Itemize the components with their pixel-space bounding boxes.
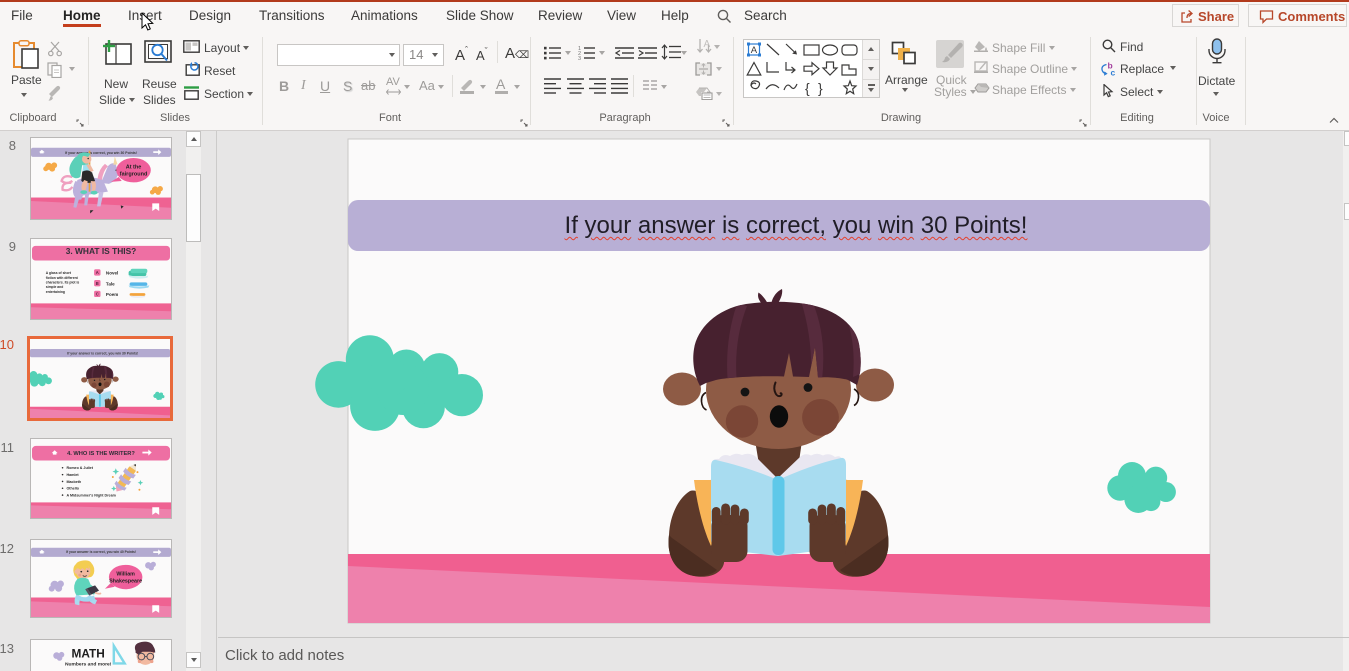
svg-text:Macbeth: Macbeth xyxy=(66,480,81,484)
svg-text:If your answer is correct, you: If your answer is correct, you win 30 Po… xyxy=(65,151,137,155)
svg-text:B: B xyxy=(96,281,99,286)
svg-text:c: c xyxy=(1111,68,1116,77)
svg-text:MATH: MATH xyxy=(72,648,105,661)
svg-text:William: William xyxy=(116,572,135,578)
svg-text:simple and: simple and xyxy=(46,285,63,289)
svg-text:4. WHO IS THE WRITER?: 4. WHO IS THE WRITER? xyxy=(67,451,135,457)
svg-text:Tale: Tale xyxy=(106,281,115,286)
svg-text:A: A xyxy=(751,45,758,56)
svg-text:Shakespeare: Shakespeare xyxy=(109,578,142,584)
svg-text:A: A xyxy=(96,270,99,275)
svg-text:A Midsummer's Night Dream: A Midsummer's Night Dream xyxy=(66,494,115,498)
svg-text:At the: At the xyxy=(126,165,142,171)
svg-text:If your answer is correct, you: If your answer is correct, you win 30 Po… xyxy=(67,351,138,355)
svg-text:fiction with different: fiction with different xyxy=(46,276,79,280)
svg-text:If your answer is correct, you: If your answer is correct, you win 40 Po… xyxy=(66,550,136,554)
svg-text:{: { xyxy=(805,80,810,96)
svg-text:}: } xyxy=(818,80,823,96)
svg-text:Romeo & Juliet: Romeo & Juliet xyxy=(66,466,93,470)
svg-text:fairground: fairground xyxy=(120,172,148,178)
svg-text:A glass of short: A glass of short xyxy=(46,271,72,275)
svg-text:Novel: Novel xyxy=(106,271,118,276)
svg-text:entertaining: entertaining xyxy=(46,290,65,294)
svg-text:Numbers and more!: Numbers and more! xyxy=(65,661,112,667)
svg-text:3: 3 xyxy=(578,56,581,60)
svg-text:Hamlet: Hamlet xyxy=(66,473,79,477)
svg-text:3. WHAT IS THIS?: 3. WHAT IS THIS? xyxy=(66,246,137,256)
svg-text:Poem: Poem xyxy=(106,292,118,297)
svg-text:Othello: Othello xyxy=(66,487,79,491)
svg-text:A: A xyxy=(704,39,711,50)
svg-text:C: C xyxy=(96,292,99,297)
svg-text:characters. Its plot is: characters. Its plot is xyxy=(46,281,80,285)
